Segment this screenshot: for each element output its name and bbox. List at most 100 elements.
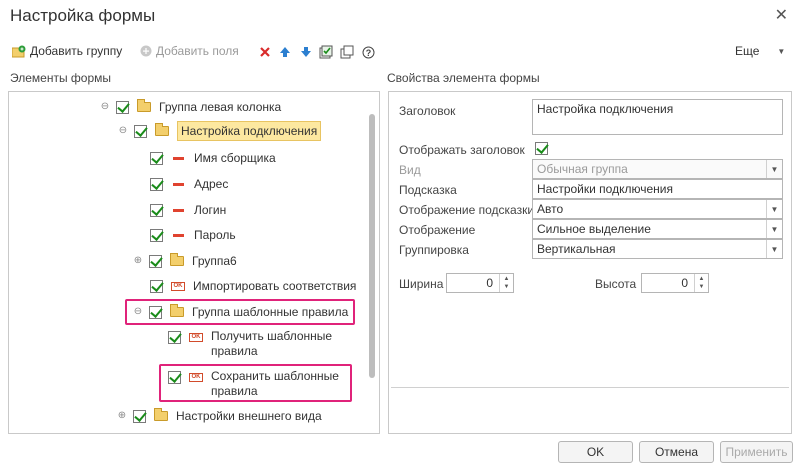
tree-node-get-template-rules[interactable]: OK Получить шаблонные правила: [168, 329, 341, 361]
add-circle-icon: [140, 45, 152, 57]
folder-icon: [170, 253, 184, 266]
delete-icon[interactable]: [258, 45, 272, 59]
width-spinner[interactable]: 0 ▲ ▼: [446, 273, 514, 293]
tree-node-import-mappings[interactable]: OK Импортировать соответствия: [150, 276, 356, 296]
more-menu[interactable]: Еще ▼: [735, 44, 785, 58]
tooltip-display-value: Авто: [537, 202, 564, 216]
height-spinner[interactable]: 0 ▲ ▼: [641, 273, 709, 293]
move-up-icon[interactable]: [278, 45, 292, 59]
tree-node-label: Логин: [194, 203, 227, 217]
grouping-label: Группировка: [399, 243, 469, 257]
add-folder-icon: [12, 45, 26, 57]
heading-input[interactable]: Настройка подключения: [532, 99, 783, 135]
height-value: 0: [681, 276, 688, 290]
copy-icon[interactable]: [340, 45, 354, 59]
grouping-select[interactable]: Вертикальная ▼: [532, 239, 783, 259]
ok-button-icon: OK: [189, 333, 203, 342]
collapse-icon[interactable]: ⊖: [118, 126, 128, 136]
tree-node-label-selected: Настройка подключения: [177, 121, 322, 141]
window-title: Настройка формы: [10, 6, 156, 25]
width-value: 0: [486, 276, 493, 290]
chevron-down-icon: ▼: [766, 160, 782, 178]
visibility-checkbox[interactable]: [149, 254, 162, 268]
tree-node-label: Получить шаблонные правила: [211, 329, 333, 358]
tree-node-label: Группа левая колонка: [159, 100, 282, 114]
check-list-icon[interactable]: [319, 45, 333, 59]
chevron-down-icon: ▼: [766, 220, 782, 238]
toolbar: Добавить группу Добавить поля ? Еще ▼: [0, 42, 800, 64]
add-fields-label: Добавить поля: [156, 44, 239, 58]
field-icon: [173, 233, 184, 237]
folder-icon: [137, 99, 151, 112]
visibility-checkbox[interactable]: [150, 177, 163, 191]
tooltip-input[interactable]: Настройки подключения: [532, 179, 783, 199]
width-label: Ширина: [399, 277, 444, 291]
visibility-checkbox[interactable]: [150, 151, 163, 165]
display-label: Отображение: [399, 223, 476, 237]
highlight-box: [159, 364, 352, 402]
tree-node-label: Настройки внешнего вида: [176, 409, 322, 423]
show-heading-label: Отображать заголовок: [399, 143, 525, 157]
tree-node-appearance-settings[interactable]: ⊕ Настройки внешнего вида: [117, 406, 322, 426]
visibility-checkbox[interactable]: [134, 124, 147, 138]
visibility-checkbox[interactable]: [168, 331, 181, 344]
expand-icon[interactable]: ⊕: [117, 411, 127, 421]
folder-icon: [155, 123, 169, 136]
more-label: Еще: [735, 44, 760, 58]
tree-node-label: Пароль: [194, 228, 236, 242]
show-heading-checkbox[interactable]: [535, 142, 548, 155]
visibility-checkbox[interactable]: [150, 228, 163, 242]
field-icon: [173, 182, 184, 186]
view-select-value: Обычная группа: [537, 162, 628, 176]
tree-scrollbar[interactable]: [369, 114, 375, 378]
cancel-button[interactable]: Отмена: [639, 441, 714, 463]
spin-arrows-icon[interactable]: ▲ ▼: [499, 274, 513, 292]
visibility-checkbox[interactable]: [150, 279, 163, 293]
field-icon: [173, 208, 184, 212]
field-icon: [173, 156, 184, 160]
svg-text:?: ?: [365, 48, 371, 58]
visibility-checkbox[interactable]: [116, 100, 129, 114]
tree-node-label: Группа6: [192, 254, 237, 268]
apply-button[interactable]: Применить: [720, 441, 793, 463]
ok-button-icon: OK: [171, 281, 185, 291]
heading-label: Заголовок: [399, 104, 456, 118]
add-group-label: Добавить группу: [30, 44, 123, 58]
collapse-icon[interactable]: ⊖: [100, 102, 110, 112]
tree-node-connection-settings[interactable]: ⊖ Настройка подключения: [118, 121, 322, 141]
height-label: Высота: [595, 277, 637, 291]
tree-node-label: Адрес: [194, 177, 229, 191]
tree-node-collector-name[interactable]: Имя сборщика: [150, 148, 276, 168]
move-down-icon[interactable]: [299, 45, 313, 59]
form-elements-caption: Элементы формы: [10, 71, 112, 85]
tree-node-label: Имя сборщика: [194, 151, 276, 165]
view-select[interactable]: Обычная группа ▼: [532, 159, 783, 179]
help-icon[interactable]: ?: [361, 45, 375, 59]
folder-icon: [154, 408, 168, 421]
element-properties-caption: Свойства элемента формы: [387, 71, 540, 85]
grouping-value: Вертикальная: [537, 242, 616, 256]
tooltip-display-select[interactable]: Авто ▼: [532, 199, 783, 219]
add-fields-button[interactable]: Добавить поля: [140, 44, 239, 58]
display-select[interactable]: Сильное выделение ▼: [532, 219, 783, 239]
tooltip-label: Подсказка: [399, 183, 457, 197]
expand-icon[interactable]: ⊕: [133, 256, 143, 266]
chevron-down-icon: ▼: [766, 200, 782, 218]
display-value: Сильное выделение: [537, 222, 651, 236]
close-icon[interactable]: ✕: [775, 8, 788, 24]
tree-node-login[interactable]: Логин: [150, 200, 226, 220]
tree-node-label: Импортировать соответствия: [193, 279, 357, 293]
divider: [391, 387, 789, 388]
chevron-down-icon: ▼: [766, 240, 782, 258]
tree-node-group6[interactable]: ⊕ Группа6: [133, 251, 237, 271]
tree-node-left-column[interactable]: ⊖ Группа левая колонка: [100, 97, 281, 117]
spin-arrows-icon[interactable]: ▲ ▼: [694, 274, 708, 292]
add-group-button[interactable]: Добавить группу: [12, 44, 122, 58]
visibility-checkbox[interactable]: [133, 409, 146, 423]
tree-node-address[interactable]: Адрес: [150, 174, 228, 194]
chevron-down-icon: ▼: [777, 46, 786, 56]
view-label: Вид: [399, 163, 421, 177]
visibility-checkbox[interactable]: [150, 203, 163, 217]
ok-button[interactable]: OK: [558, 441, 633, 463]
tree-node-password[interactable]: Пароль: [150, 225, 236, 245]
